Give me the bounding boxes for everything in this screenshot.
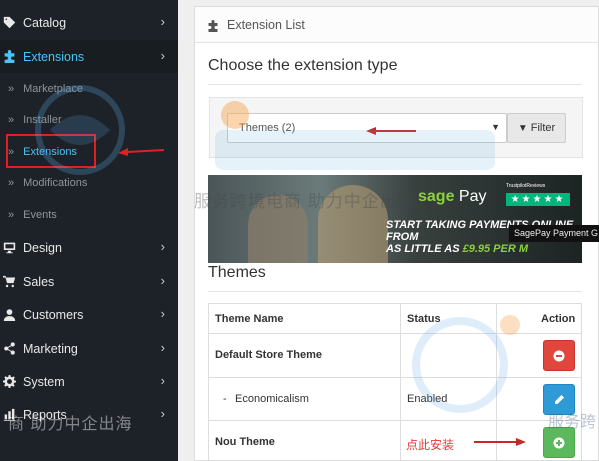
bullet-icon: » xyxy=(8,208,15,221)
share-icon xyxy=(3,342,16,355)
sidebar-item-label: Customers xyxy=(23,307,84,322)
sidebar-item-customers[interactable]: Customers › xyxy=(0,298,178,331)
banner-tooltip: SagePay Payment G xyxy=(509,225,599,242)
chevron-right-icon: › xyxy=(160,406,165,421)
puzzle-icon xyxy=(3,50,16,63)
sidebar-item-reports[interactable]: Reports › xyxy=(0,398,178,431)
theme-name: Nou Theme xyxy=(215,436,275,448)
plus-circle-icon xyxy=(553,437,565,448)
gear-icon xyxy=(3,375,16,388)
chevron-right-icon: › xyxy=(160,239,165,254)
minus-circle-icon xyxy=(553,350,565,361)
column-header-name[interactable]: Theme Name xyxy=(215,313,283,325)
choose-type-heading: Choose the extension type xyxy=(208,57,398,74)
pencil-icon xyxy=(555,394,564,404)
sidebar-item-label: Catalog xyxy=(23,15,67,30)
chevron-right-icon: › xyxy=(160,14,165,29)
divider xyxy=(208,291,582,292)
column-header-action: Action xyxy=(541,313,576,325)
chevron-right-icon: › xyxy=(160,373,165,388)
sidebar-item-sales[interactable]: Sales › xyxy=(0,265,178,298)
sidebar-item-system[interactable]: System › xyxy=(0,365,178,398)
sidebar-subitem-marketplace[interactable]: » Marketplace xyxy=(0,73,178,104)
sidebar-subitem-modifications[interactable]: » Modifications xyxy=(0,167,178,198)
sagepay-logo: sage Pay xyxy=(418,188,487,205)
install-hint-note: 点此安装 xyxy=(406,438,455,452)
annotation-arrow-icon xyxy=(118,148,164,156)
caret-down-icon: ▼ xyxy=(491,122,500,132)
theme-name: Economicalism xyxy=(235,393,309,405)
chevron-right-icon: › xyxy=(160,306,165,321)
uninstall-button[interactable] xyxy=(543,340,575,371)
theme-name: Default Store Theme xyxy=(215,349,322,361)
trustpilot-stars-icon: ★★★★★ xyxy=(506,193,570,206)
filter-label: Filter xyxy=(530,122,556,134)
sidebar-item-label: Design xyxy=(23,240,62,255)
divider xyxy=(208,84,582,85)
sidebar: Catalog › Extensions › » Marketplace » I… xyxy=(0,0,178,461)
bullet-icon: » xyxy=(8,176,15,189)
trustpilot-label: TrustpilotReviews xyxy=(506,183,546,189)
annotation-arrow-icon xyxy=(366,127,416,135)
themes-heading: Themes xyxy=(208,264,266,281)
bullet-icon: » xyxy=(8,113,15,126)
install-button[interactable] xyxy=(543,427,575,458)
sidebar-item-label: Sales xyxy=(23,274,55,289)
sidebar-item-label: System xyxy=(23,374,65,389)
cart-icon xyxy=(3,275,16,288)
theme-prefix: - xyxy=(223,393,227,405)
bullet-icon: » xyxy=(8,82,15,95)
chevron-right-icon: › xyxy=(160,48,165,63)
sidebar-item-extensions[interactable]: Extensions › xyxy=(0,40,178,73)
sidebar-subitem-label: Marketplace xyxy=(23,82,84,95)
sidebar-item-label: Reports xyxy=(23,407,67,422)
filter-button[interactable]: ▼ Filter xyxy=(507,113,566,143)
edit-button[interactable] xyxy=(543,384,575,415)
chevron-right-icon: › xyxy=(160,273,165,288)
sidebar-item-design[interactable]: Design › xyxy=(0,231,178,264)
highlight-box xyxy=(6,134,96,168)
panel-title: Extension List xyxy=(227,17,305,32)
tag-icon xyxy=(3,16,16,29)
sidebar-subitem-installer[interactable]: » Installer xyxy=(0,104,178,135)
sidebar-item-label: Extensions xyxy=(23,49,85,64)
annotation-arrow-icon xyxy=(474,438,526,446)
sidebar-item-marketing[interactable]: Marketing › xyxy=(0,332,178,365)
sidebar-item-label: Marketing xyxy=(23,341,78,356)
sidebar-subitem-label: Installer xyxy=(23,113,62,126)
user-icon xyxy=(3,308,16,321)
monitor-icon xyxy=(3,241,16,254)
filter-icon: ▼ xyxy=(517,122,528,134)
column-header-status[interactable]: Status xyxy=(407,313,441,325)
sidebar-subitem-label: Modifications xyxy=(23,176,88,189)
chevron-right-icon: › xyxy=(160,340,165,355)
puzzle-icon xyxy=(207,19,219,32)
sidebar-item-catalog[interactable]: Catalog › xyxy=(0,6,178,39)
theme-status: Enabled xyxy=(407,393,448,405)
panel-heading: Extension List xyxy=(194,6,599,43)
select-value: Themes (2) xyxy=(239,122,296,134)
sidebar-subitem-events[interactable]: » Events xyxy=(0,199,178,230)
sidebar-subitem-label: Events xyxy=(23,208,57,221)
bar-chart-icon xyxy=(3,408,16,421)
